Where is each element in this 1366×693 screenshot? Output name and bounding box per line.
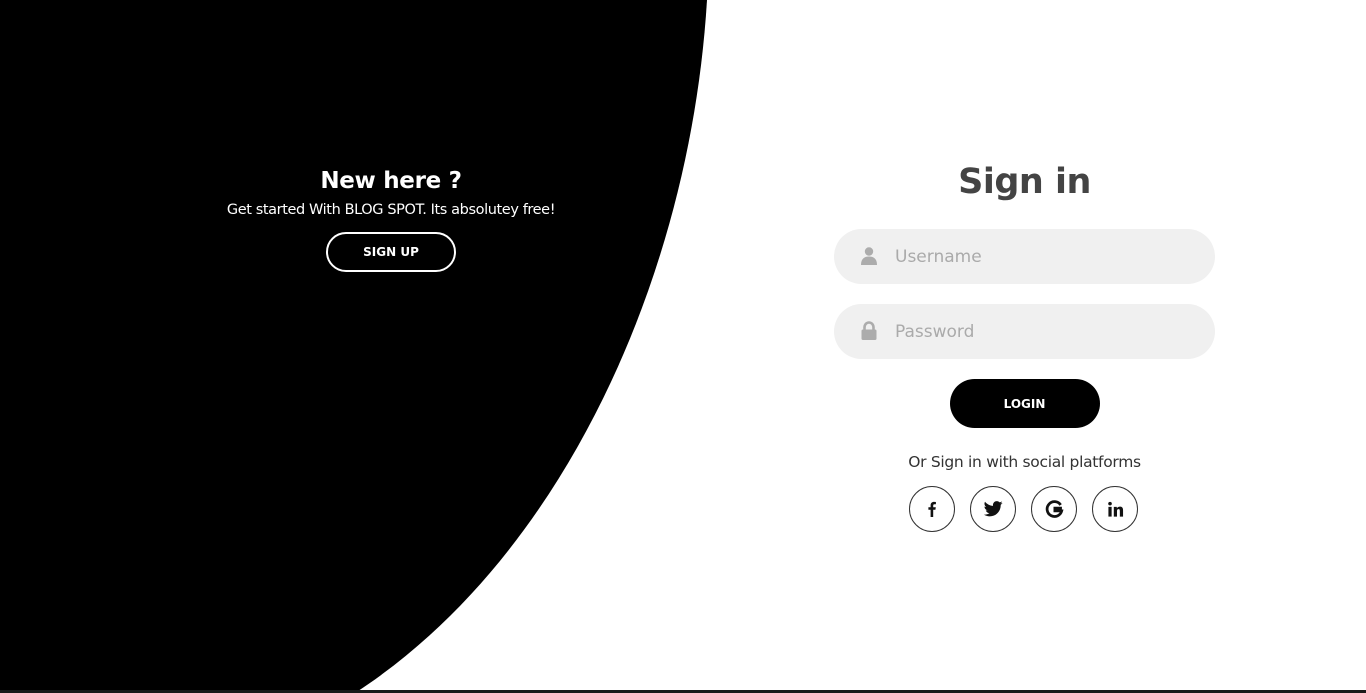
google-button[interactable] [1031, 486, 1077, 532]
password-input[interactable] [895, 304, 1195, 359]
social-signin-text: Or Sign in with social platforms [908, 453, 1141, 471]
signup-panel-title: New here ? [320, 168, 462, 194]
signin-title: Sign in [958, 162, 1091, 202]
signup-panel: New here ? Get started With BLOG SPOT. I… [180, 164, 602, 272]
signin-page: New here ? Get started With BLOG SPOT. I… [0, 0, 1366, 693]
facebook-icon [928, 501, 936, 517]
twitter-icon [983, 501, 1003, 517]
social-buttons [832, 486, 1215, 532]
facebook-button[interactable] [909, 486, 955, 532]
username-input[interactable] [895, 229, 1195, 284]
twitter-button[interactable] [970, 486, 1016, 532]
signin-form: Sign in LOGIN Or Sign in with social pla… [834, 158, 1215, 532]
sign-up-button[interactable]: SIGN UP [326, 232, 456, 272]
lock-icon [861, 321, 877, 340]
signup-panel-subtitle: Get started With BLOG SPOT. Its absolute… [226, 202, 556, 218]
login-button[interactable]: LOGIN [949, 379, 1100, 428]
password-field[interactable] [834, 304, 1215, 359]
username-field[interactable] [834, 229, 1215, 284]
linkedin-button[interactable] [1092, 486, 1138, 532]
google-icon [1045, 499, 1063, 518]
user-icon [861, 247, 877, 265]
linkedin-icon [1107, 501, 1123, 517]
